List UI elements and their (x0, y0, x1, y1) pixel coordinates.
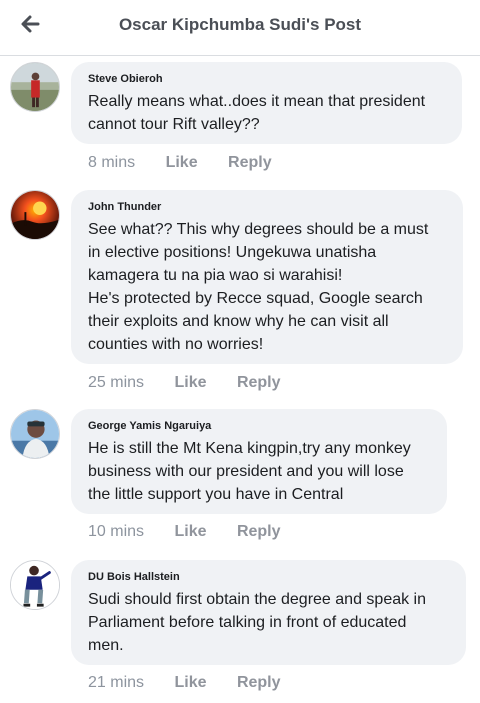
like-button[interactable]: Like (174, 523, 206, 541)
comment-author[interactable]: DU Bois Hallstein (88, 570, 450, 584)
comment-text-line: He's protected by Recce squad, Google se… (88, 290, 423, 307)
comment-text-line: Sudi should first obtain the degree and … (88, 591, 427, 608)
comment-text-line: their exploits and know why he can visit… (88, 313, 389, 330)
reply-button[interactable]: Reply (237, 674, 281, 692)
comment-bubble: John Thunder See what?? This why degrees… (71, 190, 463, 364)
reply-button[interactable]: Reply (237, 374, 281, 392)
comment-text-line: kamagera tu na pia wao si warahisi! (88, 267, 343, 284)
avatar[interactable] (10, 560, 60, 610)
page-title: Oscar Kipchumba Sudi's Post (118, 15, 362, 34)
comment-text-line: cannot tour Rift valley?? (88, 116, 260, 133)
avatar[interactable] (10, 409, 60, 459)
comment-time: 25 mins (88, 374, 145, 391)
comment-text: Really means what..does it mean that pre… (88, 90, 446, 136)
comment-author[interactable]: John Thunder (88, 200, 447, 214)
comment-text: See what?? This why degrees should be a … (88, 218, 447, 356)
comment-text-line: men. (88, 637, 124, 654)
comment-text-line: in elective positions! Ungekuwa unatisha (88, 244, 377, 261)
avatar[interactable] (10, 62, 60, 112)
comment-actions: 25 mins Like Reply (88, 374, 281, 392)
comment-actions: 8 mins Like Reply (88, 154, 272, 172)
avatar-photo (11, 410, 59, 458)
comment-bubble: DU Bois Hallstein Sudi should first obta… (71, 560, 466, 665)
like-button[interactable]: Like (174, 374, 206, 392)
like-button[interactable]: Like (174, 674, 206, 692)
comment-text-line: See what?? This why degrees should be a … (88, 221, 429, 238)
comment-text-line: Really means what..does it mean that pre… (88, 93, 426, 110)
comment-text-line: Parliament before talking in front of ed… (88, 614, 407, 631)
comment-bubble: Steve Obieroh Really means what..does it… (71, 62, 462, 144)
comment-text-line: business with our president and you will… (88, 463, 404, 480)
avatar-photo (11, 63, 59, 111)
reply-button[interactable]: Reply (237, 523, 281, 541)
top-bar: Oscar Kipchumba Sudi's Post (0, 0, 480, 56)
comment-author[interactable]: George Yamis Ngaruiya (88, 419, 431, 433)
comment-author[interactable]: Steve Obieroh (88, 72, 446, 86)
comment-text-line: He is still the Mt Kena kingpin,try any … (88, 440, 411, 457)
comment-text-line: counties with no worries! (88, 336, 264, 353)
avatar-photo (11, 191, 59, 239)
comment-time: 8 mins (88, 154, 136, 171)
like-button[interactable]: Like (166, 154, 198, 172)
comment-text-line: the little support you have in Central (88, 486, 344, 503)
comment-bubble: George Yamis Ngaruiya He is still the Mt… (71, 409, 447, 514)
reply-button[interactable]: Reply (228, 154, 272, 172)
comment-time: 21 mins (88, 674, 145, 691)
comment-text: Sudi should first obtain the degree and … (88, 588, 450, 657)
comment-text: He is still the Mt Kena kingpin,try any … (88, 437, 431, 506)
comment-actions: 21 mins Like Reply (88, 674, 281, 692)
comment-actions: 10 mins Like Reply (88, 523, 281, 541)
comment-time: 10 mins (88, 523, 145, 540)
avatar-photo (11, 561, 59, 609)
avatar[interactable] (10, 190, 60, 240)
